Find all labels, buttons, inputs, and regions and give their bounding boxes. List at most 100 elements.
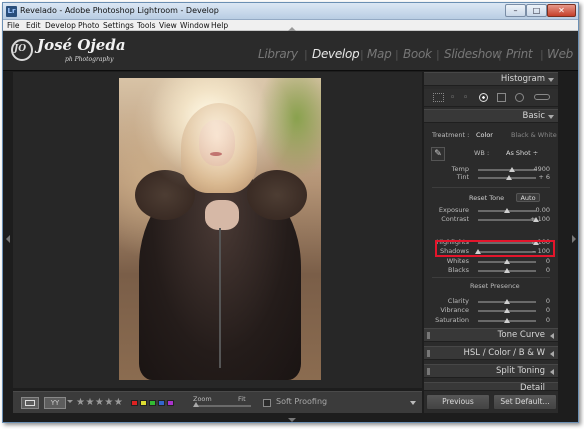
reset-presence-button[interactable]: Reset Presence bbox=[470, 282, 520, 290]
close-button[interactable]: ✕ bbox=[547, 4, 576, 17]
exposure-value[interactable]: 0.00 bbox=[528, 206, 550, 214]
tone-curve-header[interactable]: Tone Curve bbox=[424, 328, 558, 342]
menu-edit[interactable]: Edit bbox=[26, 20, 41, 31]
image-viewport[interactable] bbox=[13, 72, 422, 388]
menu-settings[interactable]: Settings bbox=[103, 20, 134, 31]
before-after-button[interactable]: YY bbox=[44, 397, 66, 409]
menu-view[interactable]: View bbox=[159, 20, 177, 31]
clarity-slider-thumb[interactable] bbox=[504, 299, 510, 304]
histogram-header[interactable]: Histogram bbox=[424, 72, 558, 86]
color-label-swatch[interactable] bbox=[140, 400, 147, 406]
filmstrip-toggle-icon[interactable] bbox=[288, 418, 296, 422]
treatment-bw-option[interactable]: Black & White bbox=[511, 131, 557, 139]
menu-photo[interactable]: Photo bbox=[78, 20, 99, 31]
radial-filter-icon[interactable] bbox=[515, 93, 524, 102]
photo-preview[interactable] bbox=[119, 78, 321, 380]
lightroom-window: Lr Revelado - Adobe Photoshop Lightroom … bbox=[2, 2, 579, 423]
detail-header[interactable]: Detail bbox=[424, 382, 558, 391]
saturation-slider-thumb[interactable] bbox=[504, 318, 510, 323]
temp-value[interactable]: 4900 bbox=[528, 165, 550, 173]
panel-bottom-buttons: Previous Set Default... bbox=[424, 393, 558, 412]
before-after-dropdown-icon[interactable] bbox=[67, 400, 73, 403]
loupe-view-button[interactable] bbox=[21, 397, 39, 409]
reset-tone-button[interactable]: Reset Tone bbox=[469, 194, 504, 202]
expand-triangle-icon[interactable] bbox=[550, 333, 554, 339]
expand-triangle-icon[interactable] bbox=[550, 351, 554, 357]
whites-slider-thumb[interactable] bbox=[504, 259, 510, 264]
basic-header[interactable]: Basic bbox=[424, 109, 558, 123]
hsl-header[interactable]: HSL / Color / B & W bbox=[424, 346, 558, 360]
minimize-button[interactable]: – bbox=[505, 4, 526, 17]
collapse-triangle-icon[interactable] bbox=[548, 115, 554, 119]
module-library[interactable]: Library bbox=[258, 47, 298, 61]
panel-switch-icon[interactable] bbox=[427, 350, 430, 357]
zoom-slider-thumb[interactable] bbox=[193, 402, 199, 407]
right-panel-toggle-icon[interactable] bbox=[572, 235, 576, 243]
exposure-label: Exposure bbox=[438, 206, 469, 214]
vibrance-slider-thumb[interactable] bbox=[504, 308, 510, 313]
blacks-slider-thumb[interactable] bbox=[504, 268, 510, 273]
develop-toolbar: YY ★★★★★ Zoom Fit Soft Proofing bbox=[13, 391, 422, 413]
color-label-swatch[interactable] bbox=[167, 400, 174, 406]
auto-tone-button[interactable]: Auto bbox=[516, 193, 540, 202]
left-panel-toggle-icon[interactable] bbox=[6, 235, 10, 243]
eyedropper-icon[interactable]: ✎ bbox=[431, 147, 445, 161]
whites-value[interactable]: 0 bbox=[528, 257, 550, 265]
top-panel-toggle-icon[interactable] bbox=[288, 27, 296, 31]
clarity-label: Clarity bbox=[447, 297, 469, 305]
color-label-swatch[interactable] bbox=[131, 400, 138, 406]
panel-switch-icon[interactable] bbox=[427, 332, 430, 339]
module-book[interactable]: Book bbox=[403, 47, 432, 61]
treatment-color-option[interactable]: Color bbox=[476, 131, 493, 139]
window-title: Revelado - Adobe Photoshop Lightroom - D… bbox=[20, 6, 219, 15]
lightroom-app-icon[interactable]: Lr bbox=[6, 6, 17, 17]
wb-preset-select[interactable]: As Shot ÷ bbox=[506, 149, 538, 157]
maximize-button[interactable]: □ bbox=[526, 4, 547, 17]
blacks-label: Blacks bbox=[448, 266, 469, 274]
clarity-value[interactable]: 0 bbox=[528, 297, 550, 305]
module-print[interactable]: Print bbox=[506, 47, 533, 61]
tint-value[interactable]: + 6 bbox=[528, 173, 550, 181]
set-default-button[interactable]: Set Default... bbox=[493, 394, 557, 410]
star-rating[interactable]: ★★★★★ bbox=[76, 397, 123, 409]
collapse-triangle-icon[interactable] bbox=[548, 78, 554, 82]
wb-label: WB : bbox=[474, 149, 490, 157]
module-web[interactable]: Web bbox=[547, 47, 573, 61]
detail-title: Detail bbox=[519, 383, 545, 391]
blacks-value[interactable]: 0 bbox=[528, 266, 550, 274]
saturation-value[interactable]: 0 bbox=[528, 316, 550, 324]
module-slideshow[interactable]: Slideshow bbox=[444, 47, 502, 61]
tint-slider-thumb[interactable] bbox=[505, 175, 512, 180]
menu-help[interactable]: Help bbox=[211, 20, 228, 31]
temp-slider-thumb[interactable] bbox=[508, 167, 515, 172]
toolbar-menu-dropdown-icon[interactable] bbox=[410, 401, 416, 405]
soft-proofing-checkbox[interactable] bbox=[263, 399, 271, 407]
graduated-filter-icon[interactable] bbox=[497, 93, 506, 102]
module-map[interactable]: Map bbox=[367, 47, 392, 61]
zoom-slider[interactable] bbox=[195, 405, 251, 407]
vibrance-value[interactable]: 0 bbox=[528, 306, 550, 314]
spot-tool-icon[interactable] bbox=[479, 93, 488, 102]
panel-switch-icon[interactable] bbox=[427, 368, 430, 375]
contrast-value[interactable]: + 100 bbox=[528, 215, 550, 223]
soft-proofing-label: Soft Proofing bbox=[276, 397, 328, 406]
split-toning-header[interactable]: Split Toning bbox=[424, 364, 558, 378]
menu-develop[interactable]: Develop bbox=[45, 20, 76, 31]
histogram-title: Histogram bbox=[500, 74, 545, 84]
menu-file[interactable]: File bbox=[7, 20, 20, 31]
color-label-swatch[interactable] bbox=[149, 400, 156, 406]
menu-window[interactable]: Window bbox=[180, 20, 210, 31]
menu-tools[interactable]: Tools bbox=[137, 20, 155, 31]
color-label-swatch[interactable] bbox=[158, 400, 165, 406]
shadows-highlight-annotation bbox=[435, 240, 555, 257]
module-develop[interactable]: Develop bbox=[312, 47, 360, 61]
exposure-slider-thumb[interactable] bbox=[504, 208, 510, 213]
treatment-label: Treatment : bbox=[432, 131, 470, 139]
crop-overlay-icon[interactable] bbox=[433, 93, 444, 102]
red-eye-icon[interactable]: ◦ bbox=[463, 94, 468, 103]
previous-button[interactable]: Previous bbox=[426, 394, 490, 410]
adjustment-brush-icon[interactable] bbox=[534, 94, 550, 100]
title-bar[interactable]: Lr Revelado - Adobe Photoshop Lightroom … bbox=[3, 3, 578, 20]
spot-removal-icon[interactable]: ◦ bbox=[450, 94, 455, 103]
expand-triangle-icon[interactable] bbox=[550, 369, 554, 375]
